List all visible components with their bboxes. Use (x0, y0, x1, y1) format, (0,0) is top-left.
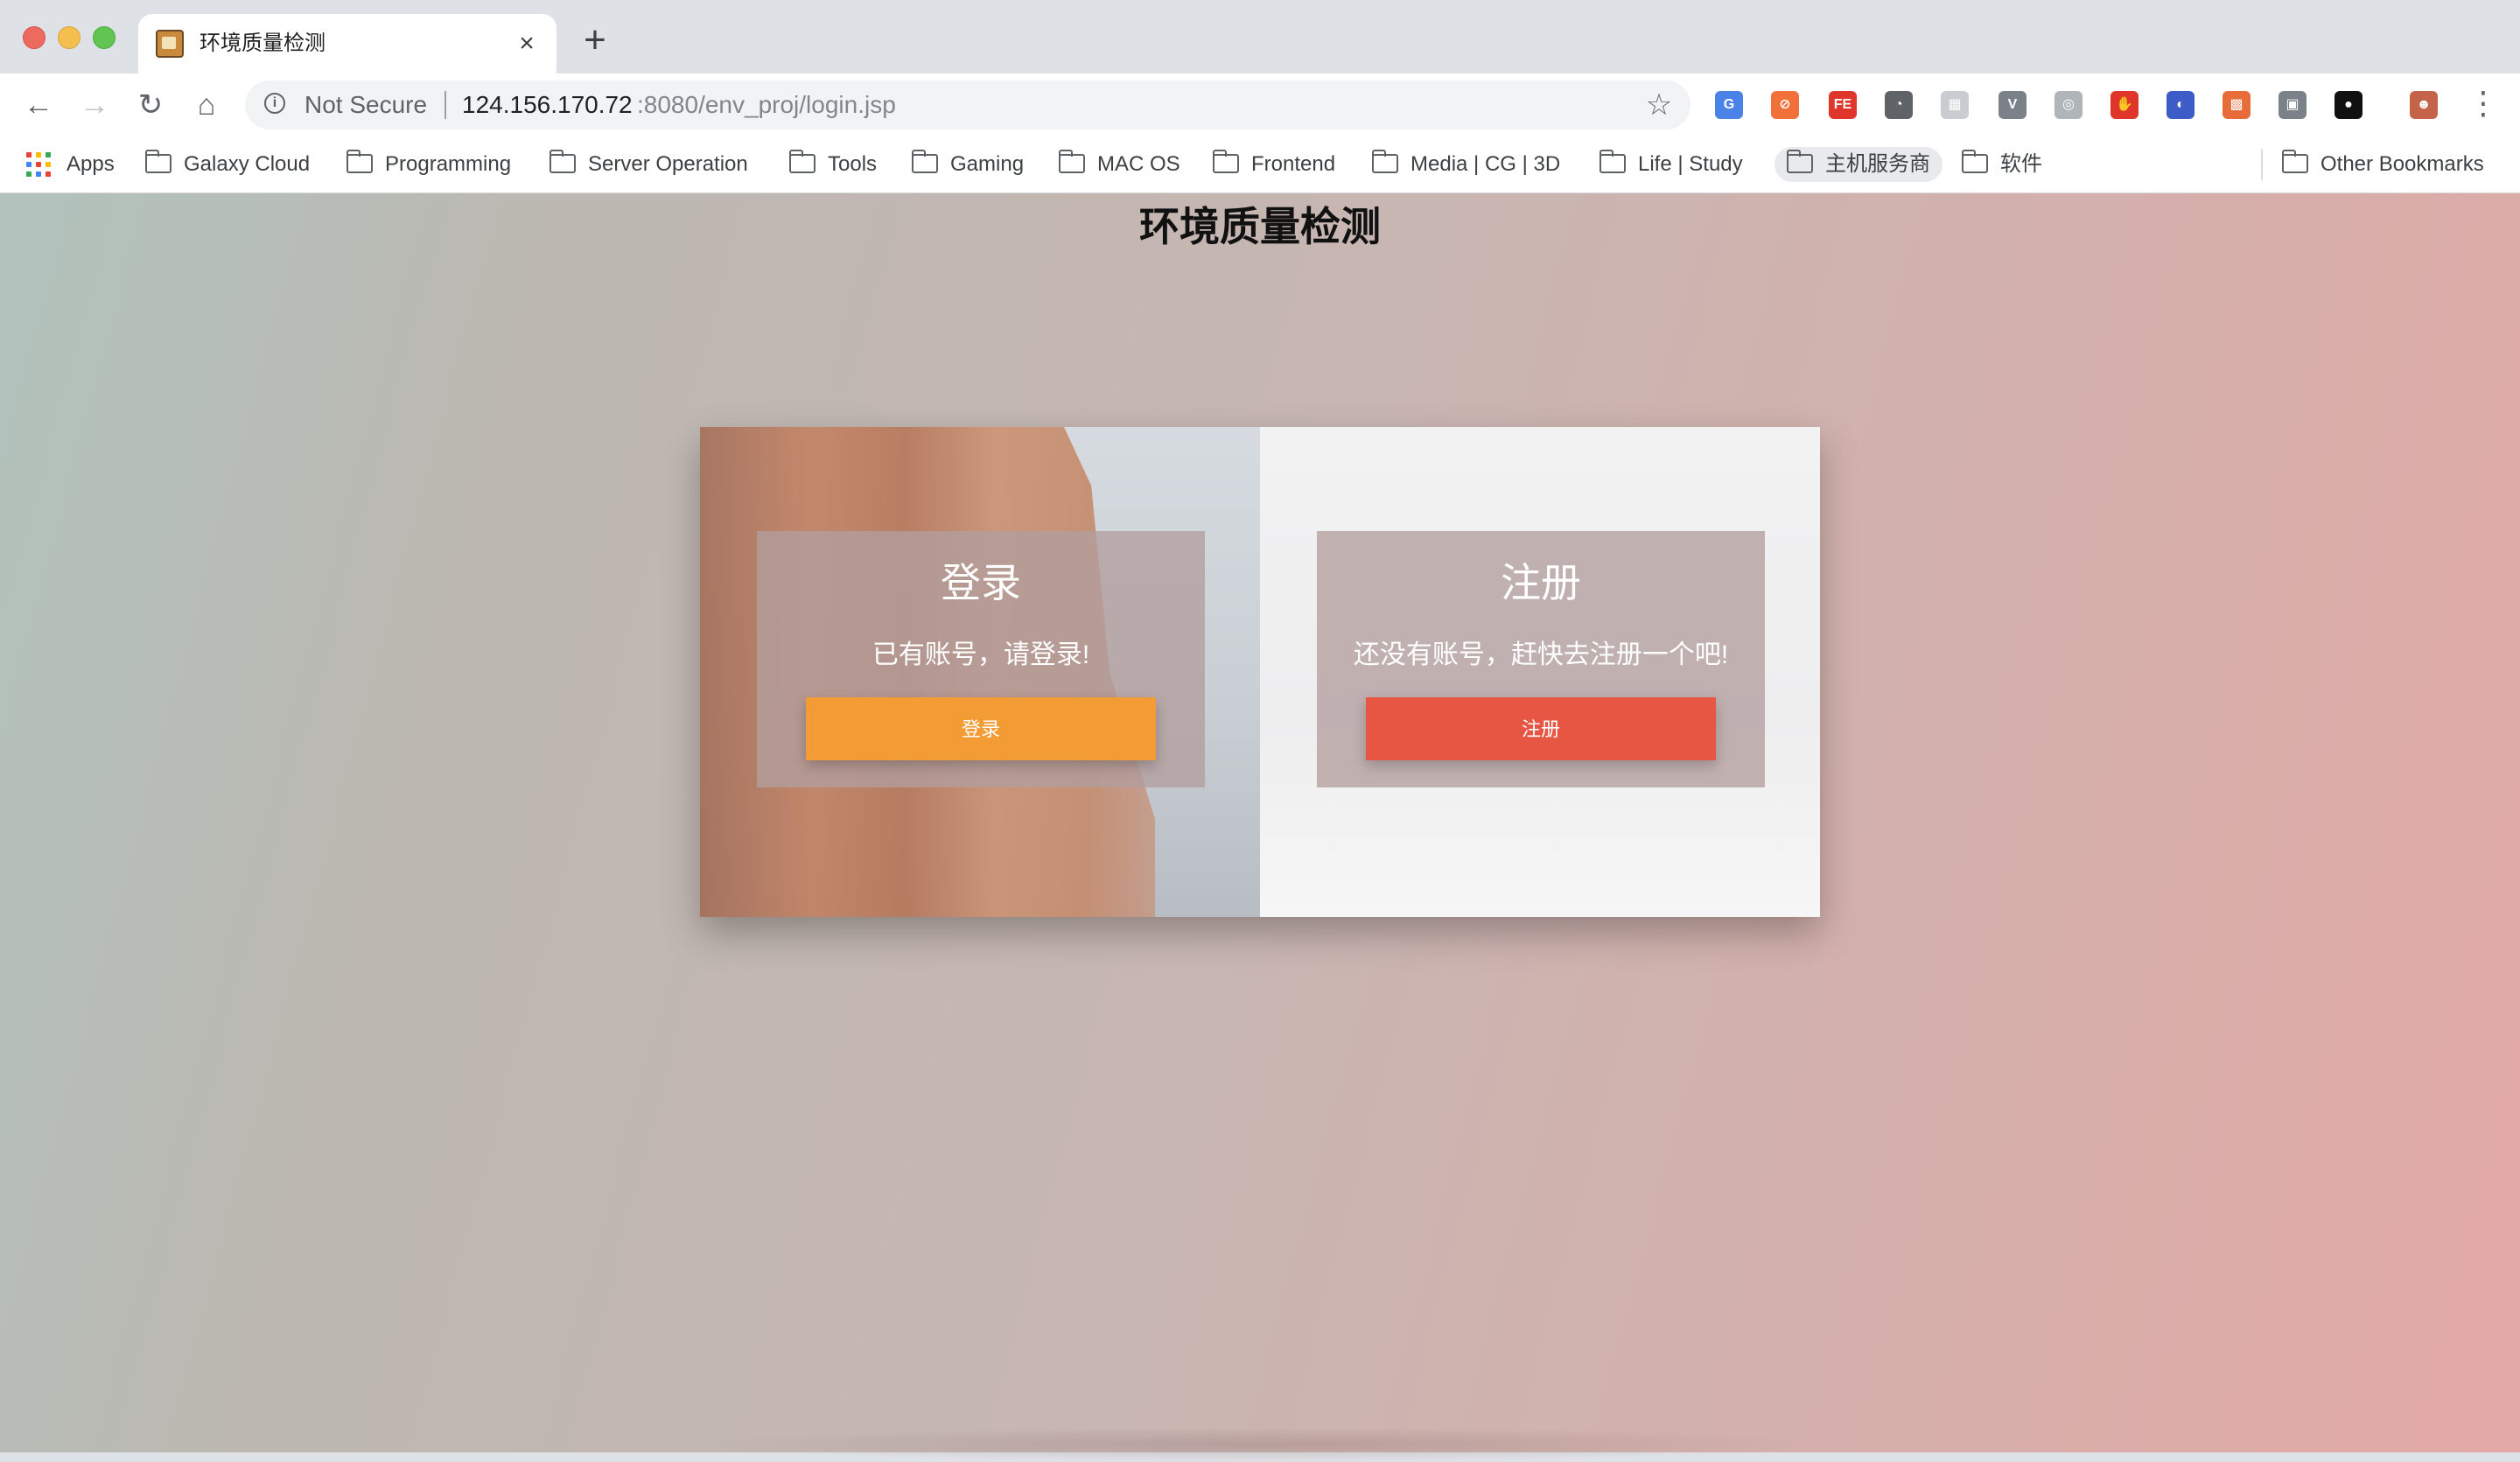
folder-icon (1961, 149, 1988, 173)
folder-icon (788, 149, 816, 173)
favicon-icon (156, 30, 184, 58)
login-description: 已有账号，请登录! (872, 640, 1090, 669)
bookmark-folder-frontend[interactable]: Frontend (1212, 147, 1335, 182)
colorful-circle-extension-icon[interactable]: ◐ (2166, 91, 2194, 119)
login-panel: 登录 已有账号，请登录! 登录 (757, 531, 1205, 787)
security-label[interactable]: Not Secure (304, 91, 427, 119)
orange-circle-extension-icon[interactable]: ⊘ (1771, 91, 1799, 119)
register-button[interactable]: 注册 (1366, 697, 1716, 760)
bookmark-folder-other-bookmarks[interactable]: Other Bookmarks (2281, 147, 2484, 182)
grid-extension-icon[interactable]: ▦ (1941, 91, 1969, 119)
adblock-hand-icon[interactable]: ✋ (2110, 91, 2138, 119)
bookmark-folder-gaming[interactable]: Gaming (911, 147, 1024, 182)
profile-avatar-icon[interactable]: ☻ (2410, 91, 2438, 119)
folder-icon (2281, 149, 2308, 173)
browser-toolbar: ← → ↻ ⌂ i Not Secure 124.156.170.72 :808… (0, 73, 2520, 136)
bookmark-folder-hosting-providers[interactable]: 主机服务商 (1774, 147, 1942, 182)
tab-title: 环境质量检测 (200, 31, 326, 55)
login-button[interactable]: 登录 (806, 697, 1156, 760)
address-separator (444, 91, 446, 119)
tab-strip: 环境质量检测 × + (0, 0, 2520, 73)
url-path[interactable]: :8080/env_proj/login.jsp (637, 91, 896, 119)
folder-icon (1058, 149, 1085, 173)
folder-icon (144, 149, 172, 173)
login-register-card: 登录 已有账号，请登录! 登录 注册 还没有账号，赶快去注册一个吧! 注册 (700, 427, 1820, 917)
bookmark-folder-mac-os[interactable]: MAC OS (1058, 147, 1180, 182)
back-button[interactable]: ← (19, 86, 58, 124)
minimize-window-button[interactable] (58, 26, 80, 49)
bookmark-folder-server-operation[interactable]: Server Operation (549, 147, 748, 182)
black-ring-extension-icon[interactable]: ● (2334, 91, 2362, 119)
browser-tab[interactable]: 环境质量检测 × (138, 14, 556, 73)
bookmark-folder-software[interactable]: 软件 (1961, 147, 2042, 182)
bookmark-star-icon[interactable]: ☆ (1643, 89, 1675, 121)
browser-menu-icon[interactable]: ⋮ (2468, 87, 2499, 121)
apps-grid-icon[interactable] (26, 152, 51, 177)
register-title: 注册 (1501, 560, 1581, 605)
new-tab-button[interactable]: + (576, 21, 614, 61)
folder-icon (1212, 149, 1239, 173)
gray-rect-extension-icon[interactable]: ▣ (2278, 91, 2306, 119)
folder-icon (549, 149, 576, 173)
fe-helper-extension-icon[interactable]: FE (1829, 91, 1857, 119)
folder-icon (1599, 149, 1626, 173)
bookmark-apps[interactable]: Apps (66, 147, 115, 182)
google-translate-icon[interactable]: G (1715, 91, 1743, 119)
address-bar[interactable]: i Not Secure 124.156.170.72 :8080/env_pr… (245, 80, 1690, 129)
folder-icon (1371, 149, 1398, 173)
maximize-window-button[interactable] (93, 26, 116, 49)
page-content: 环境质量检测 登录 已有账号，请登录! 登录 注册 还没有账号，赶快去注册一个吧… (0, 193, 2520, 1462)
vue-devtools-icon[interactable]: V (1998, 91, 2026, 119)
bottom-shadow (691, 1427, 1829, 1462)
bookmark-folder-media-cg-3d[interactable]: Media | CG | 3D (1371, 147, 1560, 182)
home-button[interactable]: ⌂ (187, 86, 226, 124)
login-title: 登录 (941, 560, 1021, 605)
register-description: 还没有账号，赶快去注册一个吧! (1353, 640, 1729, 669)
circle-target-extension-icon[interactable]: ◎ (2054, 91, 2082, 119)
color-grid-extension-icon[interactable]: ▩ (2222, 91, 2250, 119)
folder-icon (911, 149, 938, 173)
forward-button[interactable]: → (75, 86, 114, 124)
reload-button[interactable]: ↻ (131, 86, 170, 124)
page-title: 环境质量检测 (1139, 204, 1381, 249)
register-panel: 注册 还没有账号，赶快去注册一个吧! 注册 (1317, 531, 1765, 787)
tab-close-icon[interactable]: × (511, 28, 542, 59)
folder-icon (346, 149, 373, 173)
bookmark-folder-programming[interactable]: Programming (346, 147, 511, 182)
speedometer-extension-icon[interactable]: ◔ (1885, 91, 1913, 119)
folder-icon (1786, 149, 1813, 173)
bookmarks-divider (2261, 149, 2263, 180)
close-window-button[interactable] (23, 26, 46, 49)
url-host[interactable]: 124.156.170.72 (462, 91, 633, 119)
bookmark-folder-galaxy-cloud[interactable]: Galaxy Cloud (144, 147, 310, 182)
bookmark-folder-life-study[interactable]: Life | Study (1599, 147, 1743, 182)
bookmark-folder-tools[interactable]: Tools (788, 147, 877, 182)
bookmarks-bar: Apps Galaxy Cloud Programming Server Ope… (0, 136, 2520, 193)
info-icon[interactable]: i (264, 93, 285, 114)
